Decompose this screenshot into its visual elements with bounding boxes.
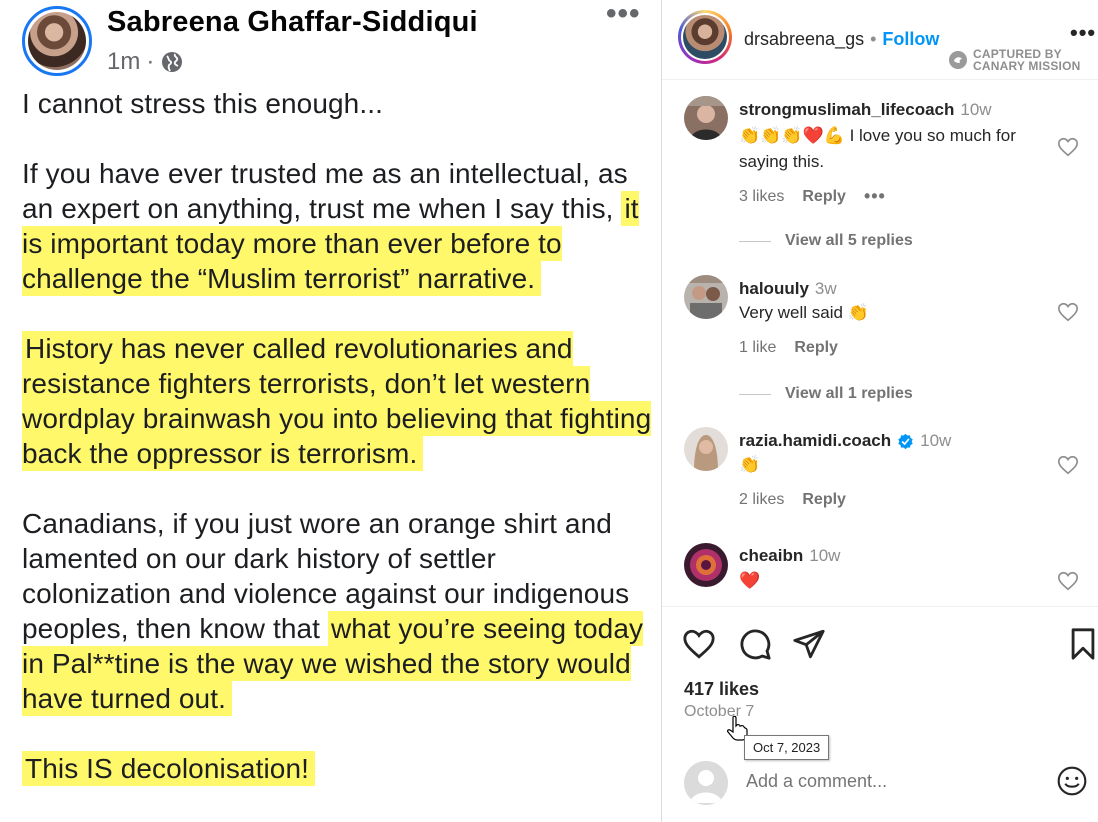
highlighted-text: History has never called revolutionaries…: [22, 333, 652, 469]
current-user-avatar: [684, 761, 728, 805]
canary-logo-icon: [949, 51, 967, 69]
commenter-username[interactable]: razia.hamidi.coach: [739, 431, 891, 451]
comment-time[interactable]: 10w: [809, 546, 840, 566]
meta-separator: ·: [146, 48, 155, 75]
comment-likes[interactable]: 3 likes: [739, 188, 784, 206]
author-name[interactable]: Sabreena Ghaffar-Siddiqui: [107, 6, 478, 39]
share-icon[interactable]: [792, 627, 826, 661]
comment-text: 👏: [739, 455, 761, 475]
commenter-username[interactable]: strongmuslimah_lifecoach: [739, 100, 954, 120]
post-meta: 1m ·: [107, 48, 184, 76]
commenter-avatar[interactable]: [684, 96, 728, 140]
add-comment-input[interactable]: [746, 771, 1046, 792]
comment-meta: 2 likes Reply: [739, 491, 846, 509]
profile-username[interactable]: drsabreena_gs: [744, 29, 864, 50]
comment-likes[interactable]: 1 like: [739, 339, 776, 357]
view-replies-button[interactable]: View all 5 replies: [739, 232, 913, 250]
add-comment-row: [662, 757, 1098, 813]
like-heart-icon[interactable]: [682, 627, 716, 661]
post-paragraph-4: Canadians, if you just wore an orange sh…: [22, 508, 644, 714]
post-time[interactable]: 1m: [107, 48, 140, 76]
post-paragraph-5: This IS decolonisation!: [22, 751, 652, 786]
reply-button[interactable]: Reply: [794, 339, 838, 357]
comment-text: 👏👏👏❤️💪 I love you so much for saying thi…: [739, 126, 1016, 171]
reply-button[interactable]: Reply: [802, 188, 846, 206]
heart-icon[interactable]: [1057, 454, 1079, 476]
watermark: CAPTURED BY CANARY MISSION: [948, 48, 1080, 72]
comment-time[interactable]: 3w: [815, 279, 837, 299]
comment-time[interactable]: 10w: [960, 100, 991, 120]
commenter-avatar[interactable]: [684, 543, 728, 587]
bookmark-icon[interactable]: [1066, 627, 1098, 661]
view-replies-button[interactable]: View all 1 replies: [739, 385, 913, 403]
commenter-avatar[interactable]: [684, 275, 728, 319]
commenter-username[interactable]: halouuly: [739, 279, 809, 299]
like-count[interactable]: 417 likes: [684, 679, 759, 700]
comment-emojis: 👏👏👏❤️💪: [739, 126, 845, 146]
comment-meta: 1 like Reply: [739, 339, 838, 357]
facebook-post-screenshot: Sabreena Ghaffar-Siddiqui 1m · ••• I can…: [0, 0, 661, 822]
verified-badge-icon: [898, 433, 913, 449]
heart-icon[interactable]: [1057, 570, 1079, 592]
commenter-avatar[interactable]: [684, 427, 728, 471]
comment-text: ❤️: [739, 571, 761, 591]
emoji-icon[interactable]: [1056, 765, 1088, 797]
highlighted-text: This IS decolonisation!: [22, 753, 316, 784]
globe-icon: [162, 52, 183, 72]
post-paragraph-2: If you have ever trusted me as an intell…: [22, 158, 639, 294]
profile-avatar[interactable]: [678, 10, 732, 64]
author-avatar[interactable]: [22, 6, 92, 76]
comment-likes[interactable]: 2 likes: [739, 491, 784, 509]
post-paragraph-3: History has never called revolutionaries…: [22, 331, 652, 471]
post-actions-section: 417 likes October 7 Oct 7, 2023: [662, 606, 1098, 822]
post-header: drsabreena_gs • Follow ••• CAPTURED BY C…: [662, 0, 1098, 80]
comment-time[interactable]: 10w: [920, 431, 951, 451]
follow-button[interactable]: Follow: [882, 29, 939, 50]
header-user: drsabreena_gs • Follow: [744, 29, 939, 50]
instagram-panel: drsabreena_gs • Follow ••• CAPTURED BY C…: [662, 0, 1098, 822]
commenter-username[interactable]: cheaibn: [739, 546, 803, 566]
post-body: I cannot stress this enough... If you ha…: [22, 86, 652, 821]
comment-options-button[interactable]: •••: [864, 186, 886, 207]
comment-text: Very well said 👏: [739, 303, 869, 322]
more-options-button[interactable]: •••: [1070, 20, 1096, 46]
watermark-text: CAPTURED BY CANARY MISSION: [973, 47, 1081, 73]
post-paragraph-1: I cannot stress this enough...: [22, 88, 383, 119]
heart-icon[interactable]: [1057, 301, 1079, 323]
heart-icon[interactable]: [1057, 136, 1079, 158]
post-options-button[interactable]: •••: [606, 0, 641, 29]
reply-button[interactable]: Reply: [802, 491, 846, 509]
comment-meta: 3 likes Reply •••: [739, 186, 886, 207]
header-separator: •: [870, 29, 877, 49]
comment-icon[interactable]: [738, 627, 772, 661]
